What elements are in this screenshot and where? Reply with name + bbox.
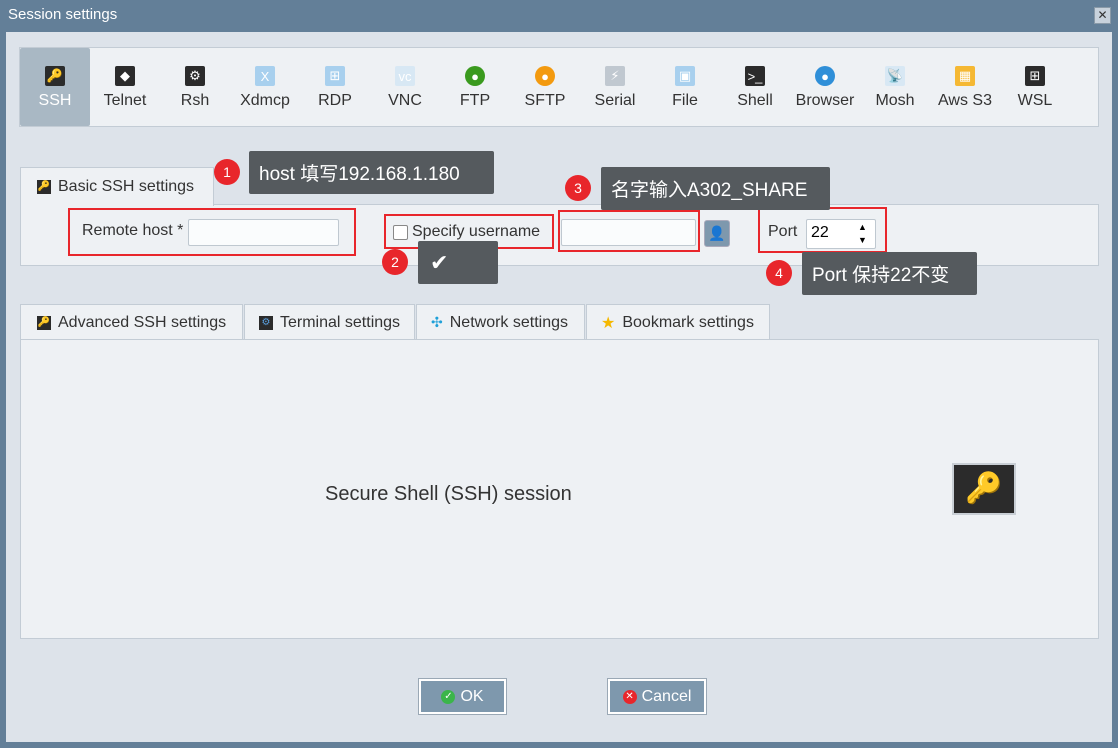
browser-globe-icon: ● xyxy=(815,66,835,86)
ssh-key-large-icon: 🔑 xyxy=(952,463,1016,515)
tab-label: Basic SSH settings xyxy=(58,178,195,195)
tool-label: SFTP xyxy=(524,92,566,109)
tool-label: FTP xyxy=(459,92,491,109)
tab-label: Advanced SSH settings xyxy=(58,313,227,331)
window-title: Session settings xyxy=(8,6,118,23)
tool-label: RDP xyxy=(318,92,352,109)
session-description: Secure Shell (SSH) session xyxy=(325,483,572,505)
aws-s3-cubes-icon: ▦ xyxy=(955,66,975,86)
tool-wsl[interactable]: ⊞ WSL xyxy=(1000,48,1070,126)
tab-terminal-settings[interactable]: ⚙ Terminal settings xyxy=(244,304,415,340)
rdp-monitor-icon: ⊞ xyxy=(325,66,345,86)
tab-bookmark-settings[interactable]: ★ Bookmark settings xyxy=(586,304,770,340)
ok-button[interactable]: ✓ OK xyxy=(418,678,507,715)
tool-xdmcp[interactable]: X Xdmcp xyxy=(230,48,300,126)
ok-label: OK xyxy=(460,687,484,705)
wsl-windows-icon: ⊞ xyxy=(1025,66,1045,86)
tab-label: Network settings xyxy=(449,313,568,331)
user-manager-icon[interactable]: 👤 xyxy=(704,220,730,247)
serial-plug-icon: ⚡ xyxy=(605,66,625,86)
annotation-number: 3 xyxy=(565,175,591,201)
tab-label: Bookmark settings xyxy=(622,313,754,331)
annotation-tooltip: 名字输入A302_SHARE xyxy=(601,167,830,210)
tool-sftp[interactable]: ● SFTP xyxy=(510,48,580,126)
xdmcp-monitor-icon: X xyxy=(255,66,275,86)
annotation-number: 1 xyxy=(214,159,240,185)
tool-label: File xyxy=(672,92,698,109)
tool-shell[interactable]: >_ Shell xyxy=(720,48,790,126)
tab-advanced-ssh-settings[interactable]: 🔑 Advanced SSH settings xyxy=(20,304,243,340)
tool-label: WSL xyxy=(1017,92,1053,109)
annotation-tooltip: Port 保持22不变 xyxy=(802,252,977,295)
annotation-number: 4 xyxy=(766,260,792,286)
tool-label: Aws S3 xyxy=(938,92,992,109)
tool-label: Serial xyxy=(594,92,636,109)
annotation-box-port xyxy=(758,207,887,253)
cancel-label: Cancel xyxy=(641,687,692,705)
tool-ftp[interactable]: ● FTP xyxy=(440,48,510,126)
annotation-tooltip: ✔ xyxy=(418,241,498,284)
tool-file[interactable]: ▣ File xyxy=(650,48,720,126)
vnc-monitor-icon: vc xyxy=(395,66,415,86)
ftp-globe-icon: ● xyxy=(465,66,485,86)
tool-label: Browser xyxy=(795,92,855,109)
file-monitor-icon: ▣ xyxy=(675,66,695,86)
tool-label: Rsh xyxy=(180,92,210,109)
key-icon: 🔑 xyxy=(45,66,65,86)
annotation-number: 2 xyxy=(382,249,408,275)
annotation-tooltip: host 填写192.168.1.180 xyxy=(249,151,494,194)
tool-rsh[interactable]: ⚙ Rsh xyxy=(160,48,230,126)
mosh-satellite-icon: 📡 xyxy=(885,66,905,86)
tool-label: Xdmcp xyxy=(240,92,290,109)
cancel-button[interactable]: ✕ Cancel xyxy=(607,678,707,715)
cancel-x-icon: ✕ xyxy=(622,689,637,704)
key-icon: 🔑 xyxy=(37,315,51,330)
tool-label: Telnet xyxy=(103,92,147,109)
tool-label: VNC xyxy=(388,92,422,109)
annotation-box-username xyxy=(558,210,700,252)
tool-serial[interactable]: ⚡ Serial xyxy=(580,48,650,126)
tab-basic-ssh-settings[interactable]: 🔑 Basic SSH settings xyxy=(20,167,214,206)
annotation-box-host xyxy=(68,208,356,256)
tool-label: SSH xyxy=(38,92,72,109)
session-type-toolbar: 🔑 SSH ◆ Telnet ⚙ Rsh X Xdmcp ⊞ RDP vc VNC ● FTP ● SFTP ⚡… xyxy=(19,47,1099,127)
tool-telnet[interactable]: ◆ Telnet xyxy=(90,48,160,126)
sftp-globe-icon: ● xyxy=(535,66,555,86)
tool-mosh[interactable]: 📡 Mosh xyxy=(860,48,930,126)
tool-vnc[interactable]: vc VNC xyxy=(370,48,440,126)
tab-label: Terminal settings xyxy=(280,313,401,331)
telnet-gem-icon: ◆ xyxy=(115,66,135,86)
tool-label: Shell xyxy=(737,92,773,109)
star-icon: ★ xyxy=(601,314,616,332)
tool-rdp[interactable]: ⊞ RDP xyxy=(300,48,370,126)
tool-aws-s3[interactable]: ▦ Aws S3 xyxy=(930,48,1000,126)
rsh-gears-icon: ⚙ xyxy=(185,66,205,86)
tool-browser[interactable]: ● Browser xyxy=(790,48,860,126)
check-icon: ✓ xyxy=(441,689,456,704)
tool-label: Mosh xyxy=(875,92,915,109)
tab-network-settings[interactable]: ✣ Network settings xyxy=(416,304,585,340)
key-icon: 🔑 xyxy=(37,180,51,194)
tool-ssh[interactable]: 🔑 SSH xyxy=(20,48,90,126)
terminal-icon: ⚙ xyxy=(259,315,273,330)
shell-terminal-icon: >_ xyxy=(745,66,765,86)
network-icon: ✣ xyxy=(431,314,443,330)
close-button[interactable]: ✕ xyxy=(1094,7,1111,24)
